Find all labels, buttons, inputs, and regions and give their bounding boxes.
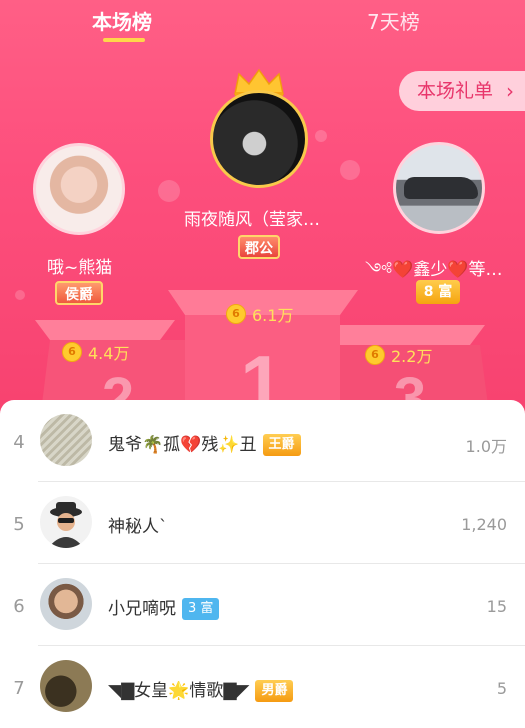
score-value: 15 — [486, 597, 507, 616]
decor-bubble — [158, 180, 180, 202]
wealth-badge: 3 富 — [182, 598, 220, 620]
decor-bubble — [340, 160, 360, 180]
avatar[interactable] — [40, 414, 92, 466]
rank-number: 6 — [13, 596, 25, 617]
rank-badge: 王爵 — [262, 434, 301, 456]
avatar-rank-3[interactable] — [393, 142, 485, 234]
list-item[interactable]: 4 鬼爷🌴孤💔残✨丑 王爵 1.0万 — [0, 400, 525, 482]
score-value: 5 — [496, 679, 507, 698]
score-rank-1: 6 6.1万 — [226, 302, 293, 326]
user-name: 小兄嘀呪 3 富 — [108, 594, 220, 620]
decor-bubble — [315, 130, 327, 142]
score-value: 1.0万 — [465, 437, 507, 456]
wealth-badge-rank-3: 8 富 — [416, 280, 460, 304]
rank-number: 5 — [13, 514, 25, 535]
rank-badge-rank-2: 侯爵 — [55, 281, 103, 305]
avatar[interactable] — [40, 496, 92, 548]
user-name: 鬼爷🌴孤💔残✨丑 王爵 — [108, 430, 301, 456]
anonymous-user-icon — [48, 502, 84, 548]
avatar[interactable] — [40, 660, 92, 712]
ranking-list: 4 鬼爷🌴孤💔残✨丑 王爵 1.0万 5 神秘人` 1,240 6 小兄嘀呪 3 富… — [0, 400, 525, 712]
avatar-rank-1[interactable] — [210, 90, 308, 188]
user-name-rank-2: 哦~熊猫 — [47, 258, 113, 278]
list-item[interactable]: 5 神秘人` 1,240 — [0, 482, 525, 564]
score-rank-2: 6 4.4万 — [62, 340, 129, 364]
rank-number: 4 — [13, 432, 25, 453]
avatar[interactable] — [40, 578, 92, 630]
chevron-right-icon: › — [506, 79, 514, 103]
coin-icon: 6 — [226, 304, 246, 324]
leaderboard-hero: 本场榜 7天榜 本场礼单 › 1 2 3 雨夜随风（莹家… 哦~熊猫 ༺❤️鑫少… — [0, 0, 525, 420]
score-value: 2.2万 — [391, 347, 433, 366]
score-value: 6.1万 — [252, 306, 294, 325]
active-tab-indicator — [103, 38, 145, 42]
score-rank-3: 6 2.2万 — [365, 343, 432, 367]
user-name: 神秘人` — [108, 517, 168, 537]
tab-7-days[interactable]: 7天榜 — [367, 6, 420, 35]
rank-badge-rank-1: 郡公 — [238, 235, 280, 259]
car-image — [404, 177, 478, 199]
coin-icon: 6 — [62, 342, 82, 362]
gift-list-label: 本场礼单 — [417, 80, 494, 102]
score-value: 1,240 — [461, 515, 507, 534]
list-item[interactable]: 7 ◥▇女皇🌟情歌▇◤ 男爵 5 — [0, 646, 525, 728]
rank-badge: 男爵 — [255, 680, 294, 702]
tab-this-session[interactable]: 本场榜 — [92, 6, 152, 35]
coin-icon: 6 — [365, 345, 385, 365]
avatar-rank-2[interactable] — [33, 143, 125, 235]
user-name: ◥▇女皇🌟情歌▇◤ 男爵 — [108, 676, 294, 702]
rank-number: 7 — [13, 678, 25, 699]
gift-list-button[interactable]: 本场礼单 › — [399, 71, 525, 111]
score-value: 4.4万 — [88, 344, 130, 363]
user-name-rank-1: 雨夜随风（莹家… — [184, 210, 320, 230]
list-item[interactable]: 6 小兄嘀呪 3 富 15 — [0, 564, 525, 646]
